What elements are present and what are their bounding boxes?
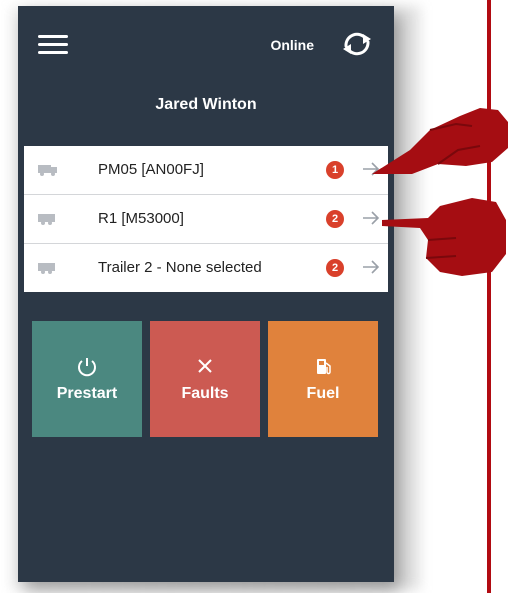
- vehicle-row-trailer-1[interactable]: R1 [M53000] 2: [24, 195, 388, 244]
- trailer-icon: [38, 214, 55, 225]
- pointing-hand-icon: [372, 108, 508, 174]
- vehicle-list: PM05 [AN00FJ] 1 R1 [M53000] 2 Trailer 2 …: [24, 146, 388, 292]
- prestart-button[interactable]: Prestart: [32, 321, 142, 437]
- fault-count-badge: 1: [326, 161, 344, 179]
- truck-icon: [38, 165, 57, 176]
- fault-count-badge: 2: [326, 259, 344, 277]
- arrow-right-icon: [363, 211, 380, 225]
- faults-label: Faults: [181, 385, 229, 402]
- vehicle-label: R1 [M53000]: [98, 210, 184, 227]
- close-icon: [198, 359, 212, 373]
- faults-button[interactable]: Faults: [150, 321, 260, 437]
- vehicle-label: PM05 [AN00FJ]: [98, 161, 204, 178]
- prestart-label: Prestart: [56, 385, 118, 402]
- vehicle-row-trailer-2[interactable]: Trailer 2 - None selected 2: [24, 244, 388, 292]
- trailer-icon: [38, 263, 55, 274]
- menu-icon[interactable]: [38, 35, 68, 55]
- fuel-pump-icon: [317, 359, 331, 375]
- annotation-red-line: [487, 0, 491, 593]
- fault-count-badge: 2: [326, 210, 344, 228]
- vehicle-label: Trailer 2 - None selected: [98, 259, 262, 276]
- vehicle-row-prime-mover[interactable]: PM05 [AN00FJ] 1: [24, 146, 388, 195]
- driver-name: Jared Winton: [155, 96, 257, 113]
- arrow-right-icon: [363, 260, 380, 274]
- fuel-label: Fuel: [306, 385, 340, 402]
- connection-status: Online: [270, 37, 314, 53]
- app-screen: Online Jared Winton PM05 [AN00FJ] 1 R1 […: [18, 6, 394, 582]
- pointing-hand-icon: [382, 198, 506, 276]
- sync-icon[interactable]: [340, 30, 374, 58]
- top-bar: Online: [18, 6, 394, 76]
- action-buttons: Prestart Faults Fuel: [32, 321, 378, 437]
- fuel-button[interactable]: Fuel: [268, 321, 378, 437]
- power-icon: [78, 358, 96, 377]
